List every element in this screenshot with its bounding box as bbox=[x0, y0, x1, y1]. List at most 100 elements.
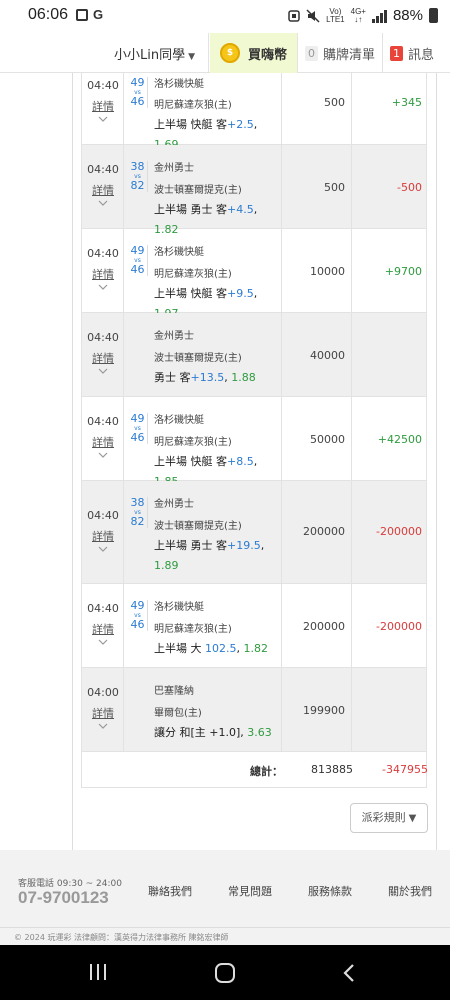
chevron-down-icon[interactable] bbox=[98, 114, 108, 124]
score: 38 vs 82 bbox=[128, 497, 148, 528]
total-amount: 813885 bbox=[311, 763, 353, 776]
detail-link[interactable]: 詳情 bbox=[82, 98, 124, 114]
cart-button[interactable]: 0 購牌清單 bbox=[305, 44, 375, 63]
home-team: 明尼蘇達灰狼(主) bbox=[154, 624, 232, 635]
footer-divider bbox=[0, 927, 450, 928]
nav-divider bbox=[382, 33, 383, 73]
chevron-down-icon[interactable] bbox=[98, 198, 108, 208]
bet-time: 04:40 bbox=[87, 331, 119, 344]
table-row: 04:40 詳情 金州勇士 波士頓塞爾提克(主) 勇士 客+13.5, 1.88 … bbox=[82, 313, 426, 397]
bet-result: -200000 bbox=[376, 620, 422, 633]
chevron-down-icon[interactable] bbox=[98, 450, 108, 460]
footer: 客服電話 09:30 ~ 24:00 07-9700123 聯絡我們 常見問題 … bbox=[0, 850, 450, 945]
home-team: 波士頓塞爾提克(主) bbox=[154, 521, 242, 532]
chevron-down-icon[interactable] bbox=[98, 366, 108, 376]
caret-down-icon: ▼ bbox=[188, 52, 196, 62]
signal-icon bbox=[371, 9, 387, 23]
footer-link-faq[interactable]: 常見問題 bbox=[228, 883, 272, 899]
google-icon: G bbox=[93, 7, 104, 22]
away-team: 巴塞隆納 bbox=[154, 686, 194, 697]
total-result: -347955 bbox=[382, 763, 428, 776]
bet-result: +345 bbox=[391, 96, 422, 109]
message-count-badge: 1 bbox=[390, 46, 403, 61]
panel-border-right bbox=[436, 73, 437, 850]
user-name: 小小Lin同學 bbox=[114, 48, 186, 63]
total-label: 總計： bbox=[250, 765, 283, 778]
bet-table: 04:40 詳情 49 vs 46 洛杉磯快艇 明尼蘇達灰狼(主) 上半場 快艇 客+… bbox=[81, 73, 428, 788]
bet-time: 04:40 bbox=[87, 509, 119, 522]
bet-amount: 50000 bbox=[310, 433, 345, 446]
table-row: 04:40 詳情 38 vs 82 金州勇士 波士頓塞爾提克(主) 上半場 勇士 客+… bbox=[82, 481, 426, 584]
bet-selection: 上半場 勇士 客+19.5, 1.89 bbox=[154, 539, 265, 572]
status-right: Vo) LTE1 4G+ ↓↑ 88% bbox=[288, 7, 438, 24]
table-row: 04:40 詳情 49 vs 46 洛杉磯快艇 明尼蘇達灰狼(主) 上半場 快艇 客+… bbox=[82, 229, 426, 320]
recent-apps-icon[interactable] bbox=[88, 963, 108, 981]
home-team: 明尼蘇達灰狼(主) bbox=[154, 269, 232, 280]
bet-amount: 40000 bbox=[310, 349, 345, 362]
cart-label: 購牌清單 bbox=[323, 48, 376, 63]
volte-indicator: Vo) LTE1 bbox=[326, 6, 345, 24]
detail-link[interactable]: 詳情 bbox=[82, 182, 124, 198]
gallery-icon bbox=[76, 9, 88, 21]
chevron-down-icon[interactable] bbox=[98, 637, 108, 647]
buy-coin-button[interactable]: $ 買嗨幣 bbox=[210, 33, 297, 73]
score: 49 vs 46 bbox=[128, 245, 148, 276]
buy-coin-label: 買嗨幣 bbox=[248, 48, 288, 63]
copyright: © 2024 玩運彩 法律顧問：漢英得力法律事務所 陳銘宏律師 bbox=[14, 933, 229, 942]
detail-link[interactable]: 詳情 bbox=[82, 621, 124, 637]
score: 49 vs 46 bbox=[128, 77, 148, 108]
table-row: 04:00 詳情 巴塞隆納 畢爾包(主) 讓分 和[主 +1.0], 3.63 1… bbox=[82, 668, 426, 752]
bet-time: 04:40 bbox=[87, 163, 119, 176]
detail-link[interactable]: 詳情 bbox=[82, 434, 124, 450]
chevron-down-icon[interactable] bbox=[98, 282, 108, 292]
nav-divider bbox=[208, 33, 209, 73]
away-team: 金州勇士 bbox=[154, 499, 194, 510]
table-row: 04:40 詳情 49 vs 46 洛杉磯快艇 明尼蘇達灰狼(主) 上半場 快艇 客+… bbox=[82, 73, 426, 151]
bet-time: 04:40 bbox=[87, 247, 119, 260]
detail-link[interactable]: 詳情 bbox=[82, 350, 124, 366]
detail-link[interactable]: 詳情 bbox=[82, 705, 124, 721]
home-team: 明尼蘇達灰狼(主) bbox=[154, 100, 232, 111]
home-icon[interactable] bbox=[214, 963, 236, 983]
bet-amount: 500 bbox=[324, 181, 345, 194]
coin-icon: $ bbox=[220, 43, 240, 63]
back-icon[interactable] bbox=[342, 963, 356, 983]
nav-divider bbox=[297, 33, 298, 73]
footer-link-terms[interactable]: 服務條款 bbox=[308, 883, 352, 899]
table-row: 04:40 詳情 49 vs 46 洛杉磯快艇 明尼蘇達灰狼(主) 上半場 大 102… bbox=[82, 584, 426, 668]
messages-label: 訊息 bbox=[408, 48, 435, 63]
status-bar: 06:06 G Vo) LTE1 4G+ ↓↑ 88% bbox=[0, 0, 450, 33]
user-menu[interactable]: 小小Lin同學 ▼ bbox=[114, 44, 195, 63]
notification-icons: G bbox=[76, 7, 104, 22]
footer-link-about[interactable]: 關於我們 bbox=[388, 883, 432, 899]
chevron-down-icon[interactable] bbox=[98, 544, 108, 554]
away-team: 金州勇士 bbox=[154, 163, 194, 174]
caret-down-icon: ▼ bbox=[408, 813, 417, 824]
status-time: 06:06 bbox=[28, 6, 69, 23]
detail-link[interactable]: 詳情 bbox=[82, 528, 124, 544]
payout-rules-button[interactable]: 派彩規則 ▼ bbox=[350, 803, 428, 833]
bet-result: -200000 bbox=[376, 525, 422, 538]
bet-time: 04:40 bbox=[87, 79, 119, 92]
bet-time: 04:00 bbox=[87, 686, 119, 699]
total-row: 總計： 813885 -347955 bbox=[82, 752, 428, 788]
service-phone[interactable]: 07-9700123 bbox=[18, 888, 109, 908]
score: 49 vs 46 bbox=[128, 600, 148, 631]
table-row: 04:40 詳情 49 vs 46 洛杉磯快艇 明尼蘇達灰狼(主) 上半場 快艇 客+… bbox=[82, 397, 426, 488]
messages-button[interactable]: 1 訊息 bbox=[390, 44, 434, 63]
score: 38 vs 82 bbox=[128, 161, 148, 192]
chevron-down-icon[interactable] bbox=[98, 721, 108, 731]
payout-rules-label: 派彩規則 bbox=[361, 811, 406, 824]
home-team: 波士頓塞爾提克(主) bbox=[154, 185, 242, 196]
top-nav: 小小Lin同學 ▼ $ 買嗨幣 0 購牌清單 1 訊息 bbox=[0, 33, 450, 73]
battery-icon bbox=[429, 8, 438, 23]
bet-amount: 500 bbox=[324, 96, 345, 109]
bet-amount: 200000 bbox=[303, 620, 345, 633]
footer-link-contact[interactable]: 聯絡我們 bbox=[148, 883, 192, 899]
mute-icon bbox=[306, 8, 320, 23]
detail-link[interactable]: 詳情 bbox=[82, 266, 124, 282]
bet-result: -500 bbox=[397, 181, 422, 194]
bet-result: +42500 bbox=[377, 433, 422, 446]
cart-count-badge: 0 bbox=[305, 46, 318, 61]
bet-time: 04:40 bbox=[87, 415, 119, 428]
